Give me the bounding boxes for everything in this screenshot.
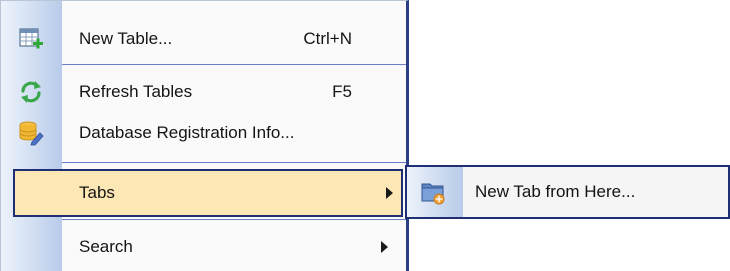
submenu-item-new-tab-from-here[interactable]: New Tab from Here... bbox=[407, 167, 728, 217]
screen: New Table... Ctrl+N Refresh Tables F5 Da… bbox=[0, 0, 730, 271]
menu-item-shortcut: Ctrl+N bbox=[303, 29, 352, 48]
menu-item-label: Database Registration Info... bbox=[79, 123, 295, 142]
refresh-icon bbox=[18, 79, 44, 105]
menu-item-label: Tabs bbox=[79, 183, 115, 202]
new-table-icon bbox=[18, 26, 44, 52]
submenu-item-label: New Tab from Here... bbox=[475, 182, 636, 201]
menu-item-tabs[interactable]: Tabs bbox=[13, 169, 403, 217]
context-menu: New Table... Ctrl+N Refresh Tables F5 Da… bbox=[0, 0, 409, 271]
menu-separator bbox=[62, 64, 406, 66]
new-tab-folder-icon bbox=[419, 178, 447, 206]
tabs-submenu: New Tab from Here... bbox=[405, 165, 730, 219]
submenu-arrow-icon bbox=[381, 241, 388, 253]
database-edit-icon bbox=[18, 120, 44, 146]
menu-item-label: New Table... bbox=[79, 29, 173, 48]
menu-item-label: Search bbox=[79, 237, 133, 256]
menu-item-shortcut: F5 bbox=[332, 82, 352, 101]
menu-item-new-table[interactable]: New Table... Ctrl+N bbox=[1, 15, 406, 63]
menu-separator bbox=[62, 219, 406, 221]
menu-item-database-registration-info[interactable]: Database Registration Info... bbox=[1, 109, 406, 157]
menu-separator bbox=[62, 162, 406, 164]
submenu-arrow-icon bbox=[386, 187, 393, 199]
menu-item-search[interactable]: Search bbox=[1, 223, 406, 271]
menu-item-label: Refresh Tables bbox=[79, 82, 193, 101]
